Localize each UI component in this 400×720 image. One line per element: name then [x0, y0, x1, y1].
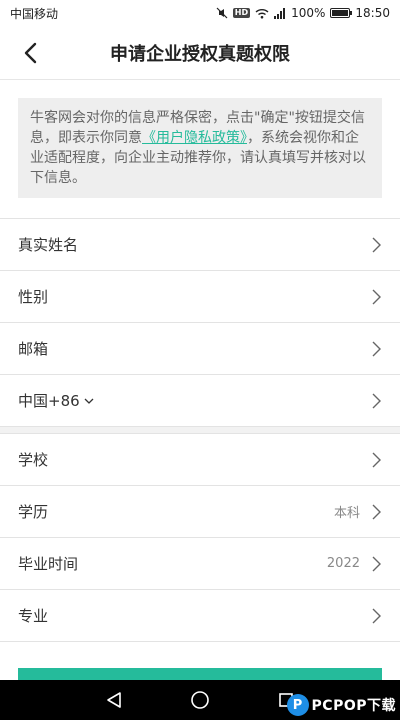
- chevron-right-icon: [372, 504, 381, 519]
- watermark-text: PCPOP下载: [311, 698, 396, 714]
- education-row[interactable]: 学历 本科: [0, 486, 400, 537]
- wifi-icon: [255, 8, 269, 18]
- battery-icon: [330, 8, 353, 18]
- graduation-time-value: 2022: [326, 556, 360, 571]
- real-name-label: 真实姓名: [18, 236, 79, 254]
- school-row[interactable]: 学校: [0, 434, 400, 485]
- clock: 18:50: [355, 6, 390, 20]
- status-bar: 中国移动 HD 100% 18:50: [0, 0, 400, 26]
- graduation-time-row[interactable]: 毕业时间 2022: [0, 538, 400, 589]
- chevron-right-icon: [372, 393, 381, 408]
- divider: [0, 641, 400, 642]
- submit-button[interactable]: [18, 668, 382, 680]
- education-label: 学历: [18, 503, 49, 521]
- nav-home-button[interactable]: [186, 686, 214, 714]
- chevron-right-icon: [372, 341, 381, 356]
- status-icons: HD 100% 18:50: [216, 6, 390, 20]
- school-label: 学校: [18, 451, 49, 469]
- nav-back-button[interactable]: [100, 686, 128, 714]
- major-row[interactable]: 专业: [0, 590, 400, 641]
- gender-row[interactable]: 性别: [0, 271, 400, 322]
- email-row[interactable]: 邮箱: [0, 323, 400, 374]
- chevron-right-icon: [372, 237, 381, 252]
- carrier-name: 中国移动: [10, 6, 59, 21]
- privacy-policy-link[interactable]: 《用户隐私政策》: [142, 130, 247, 146]
- mute-icon: [216, 7, 228, 19]
- phone-row[interactable]: 中国+86: [0, 375, 400, 426]
- triangle-back-icon: [107, 692, 121, 708]
- chevron-right-icon: [372, 452, 381, 467]
- real-name-row[interactable]: 真实姓名: [0, 219, 400, 270]
- country-code-label: 中国+86: [18, 392, 80, 410]
- watermark: P PCPOP下载: [286, 694, 396, 716]
- section-divider: [0, 426, 400, 434]
- graduation-time-label: 毕业时间: [18, 555, 79, 573]
- back-arrow-icon: [24, 42, 37, 64]
- major-label: 专业: [18, 607, 49, 625]
- chevron-down-icon: [84, 398, 94, 404]
- hd-icon: HD: [232, 8, 251, 18]
- privacy-notice: 牛客网会对你的信息严格保密，点击"确定"按钮提交信息，即表示你同意《用户隐私政策…: [18, 98, 382, 198]
- notice-section: 牛客网会对你的信息严格保密，点击"确定"按钮提交信息，即表示你同意《用户隐私政策…: [0, 80, 400, 218]
- back-button[interactable]: [14, 38, 46, 68]
- country-code-selector[interactable]: 中国+86: [18, 390, 94, 411]
- chevron-right-icon: [372, 556, 381, 571]
- signal-icon: [274, 7, 286, 19]
- watermark-logo: P: [286, 694, 309, 716]
- page-title: 申请企业授权真题权限: [110, 43, 290, 65]
- circle-home-icon: [191, 691, 209, 709]
- android-nav-bar: P PCPOP下载: [0, 680, 400, 720]
- gender-label: 性别: [18, 288, 49, 306]
- chevron-right-icon: [372, 608, 381, 623]
- battery-percent: 100%: [291, 6, 326, 20]
- email-label: 邮箱: [18, 340, 49, 358]
- nav-header: 申请企业授权真题权限: [0, 26, 400, 80]
- chevron-right-icon: [372, 289, 381, 304]
- education-value: 本科: [333, 506, 360, 521]
